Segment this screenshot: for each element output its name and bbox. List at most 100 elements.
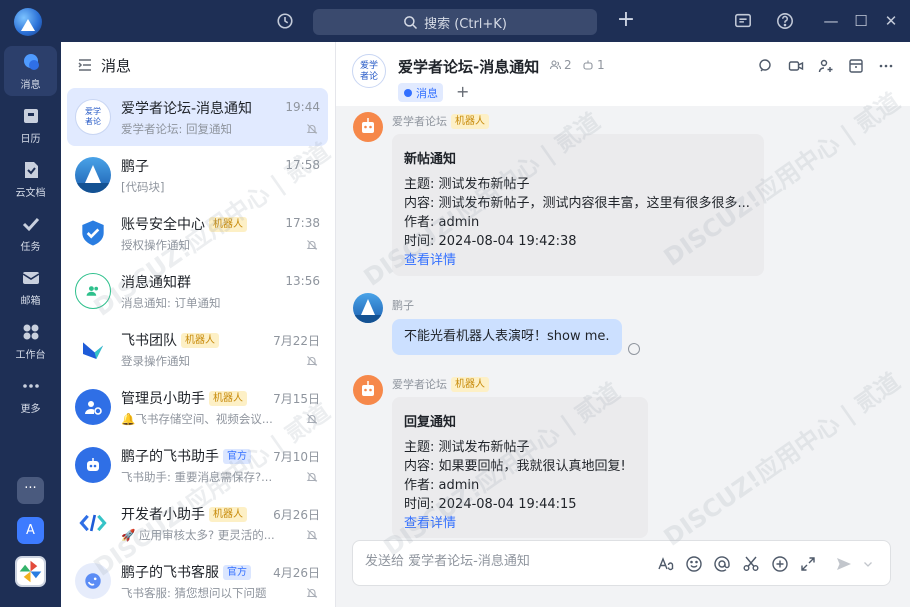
notification-card: 回复通知 主题: 测试发布新帖子 内容: 如果要回帖，我就很认真地回复! 作者:… <box>392 397 648 538</box>
card-line: 时间: 2024-08-04 19:44:15 <box>404 497 577 512</box>
conversation-item[interactable]: 鹏子 17:58 [代码块] <box>67 146 328 204</box>
conversation-item[interactable]: 开发者小助手 机器人 6月26日 🚀 应用审核太多? 更灵活的... <box>67 494 328 552</box>
send-options-chevron-down-icon[interactable] <box>863 555 873 573</box>
pinwheel-app-button[interactable] <box>15 556 46 587</box>
notification-settings-icon[interactable] <box>734 12 752 30</box>
conversation-preview: 授权操作通知 <box>121 238 190 252</box>
rail-item-docs[interactable]: 云文档 <box>4 154 57 204</box>
member-count[interactable]: 2 <box>549 58 572 72</box>
conversation-preview: 爱学者论坛: 回复通知 <box>121 122 233 136</box>
bot-count[interactable]: 1 <box>582 58 605 72</box>
conversation-name-text: 飞书团队 <box>121 333 177 349</box>
apps-more-button[interactable]: ··· <box>17 477 44 504</box>
bot-avatar[interactable] <box>353 375 383 405</box>
card-line: 时间: 2024-08-04 19:42:38 <box>404 234 577 249</box>
rail-item-calendar[interactable]: 日历 <box>4 100 57 150</box>
feishu-logo-icon <box>83 342 103 359</box>
card-line: 内容: 测试发布新帖子，测试内容很丰富，这里有很多很多... <box>404 196 750 211</box>
chat-header: 爱学 者论 爱学者论坛-消息通知 2 1 消息 + <box>336 42 910 106</box>
profile-avatar[interactable] <box>14 8 42 36</box>
mute-bell-icon <box>306 240 318 250</box>
collapse-list-icon[interactable] <box>77 57 93 73</box>
send-icon[interactable] <box>835 555 853 573</box>
sailboat-icon <box>75 165 111 193</box>
chat-search-icon[interactable] <box>758 58 774 74</box>
chat-bubble-icon <box>404 88 412 97</box>
create-plus-button[interactable]: + <box>615 9 637 32</box>
rail-label: 工作台 <box>15 349 46 361</box>
add-tab-button[interactable]: + <box>456 82 469 101</box>
emoji-icon[interactable] <box>685 555 703 573</box>
bot-avatar[interactable] <box>353 112 383 142</box>
view-details-link[interactable]: 查看详情 <box>404 512 456 531</box>
screenshot-scissors-icon[interactable] <box>742 555 760 573</box>
view-details-link[interactable]: 查看详情 <box>404 249 456 268</box>
conversation-item[interactable]: 管理员小助手 机器人 7月15日 🔔飞书存储空间、视频会议... <box>67 378 328 436</box>
card-line: 内容: 如果要回帖，我就很认真地回复! <box>404 459 626 474</box>
conversation-name: 鹏子的飞书助手 官方 <box>121 446 251 466</box>
help-icon[interactable] <box>776 12 794 30</box>
conversation-preview: 登录操作通知 <box>121 354 190 368</box>
member-count-text: 2 <box>564 58 572 72</box>
conversation-name: 飞书团队 机器人 <box>121 330 219 350</box>
conversation-time: 17:58 <box>285 158 320 172</box>
add-member-icon[interactable] <box>818 58 834 74</box>
robot-icon <box>362 381 374 396</box>
conversation-item[interactable]: 消息通知群 13:56 消息通知: 订单通知 <box>67 262 328 320</box>
conversation-avatar <box>75 447 111 483</box>
rail-label: 消息 <box>20 79 41 91</box>
close-button[interactable]: ✕ <box>880 10 902 32</box>
mute-bell-icon <box>306 472 318 482</box>
video-call-icon[interactable] <box>788 58 804 74</box>
conversation-item[interactable]: 账号安全中心 机器人 17:38 授权操作通知 <box>67 204 328 262</box>
conversation-avatar <box>75 505 111 541</box>
more-dots-icon <box>22 383 39 388</box>
conversation-name: 鹏子的飞书客服 官方 <box>121 562 251 582</box>
search-input[interactable]: 搜索 (Ctrl+K) <box>313 9 597 35</box>
conversation-item[interactable]: 飞书团队 机器人 7月22日 登录操作通知 <box>67 320 328 378</box>
rail-item-tasks[interactable]: 任务 <box>4 208 57 258</box>
mute-bell-icon <box>306 530 318 540</box>
message-bubble: 不能光看机器人表演呀！show me. <box>392 319 622 355</box>
conversation-item[interactable]: 爱学 者论 爱学者论坛-消息通知 19:44 爱学者论坛: 回复通知 <box>67 88 328 146</box>
conversation-time: 7月10日 <box>273 450 320 464</box>
conversation-name: 账号安全中心 机器人 <box>121 214 247 234</box>
conversation-item[interactable]: 鹏子的飞书助手 官方 7月10日 飞书助手: 重要消息需保存?... <box>67 436 328 494</box>
conversation-name-text: 开发者小助手 <box>121 507 205 523</box>
mention-icon[interactable] <box>713 555 731 573</box>
rail-item-mail[interactable]: 邮箱 <box>4 262 57 312</box>
add-attachment-icon[interactable] <box>771 555 789 573</box>
user-avatar[interactable] <box>353 293 383 323</box>
search-icon <box>404 15 418 29</box>
app-a-button[interactable]: A <box>17 517 44 544</box>
chat-avatar[interactable]: 爱学 者论 <box>352 54 386 88</box>
rail-item-messages[interactable]: 消息 <box>4 46 57 96</box>
conversation-avatar <box>75 157 111 193</box>
search-placeholder: 搜索 (Ctrl+K) <box>424 16 507 32</box>
expand-editor-icon[interactable] <box>799 555 817 573</box>
history-icon[interactable] <box>276 12 294 30</box>
robot-tag: 机器人 <box>209 506 247 522</box>
calendar-icon <box>23 108 38 123</box>
conversation-avatar <box>75 331 111 367</box>
conversation-name: 消息通知群 <box>121 272 191 292</box>
more-options-icon[interactable] <box>878 58 894 74</box>
minimize-button[interactable]: — <box>820 10 842 32</box>
card-title: 新帖通知 <box>404 152 457 167</box>
rail-item-more[interactable]: 更多 <box>4 370 57 420</box>
message-sender: 爱学者论坛 机器人 <box>392 113 489 129</box>
customer-service-icon <box>85 573 101 589</box>
text-format-icon[interactable] <box>657 555 675 573</box>
doc-icon <box>24 161 38 178</box>
conversation-time: 19:44 <box>285 100 320 114</box>
maximize-button[interactable]: ☐ <box>850 10 872 32</box>
tab-messages[interactable]: 消息 <box>398 83 443 102</box>
message-input[interactable] <box>365 554 645 569</box>
sender-name: 爱学者论坛 <box>392 378 447 391</box>
conversation-time: 7月22日 <box>273 334 320 348</box>
chat-title[interactable]: 爱学者论坛-消息通知 <box>398 56 539 77</box>
conversation-item[interactable]: 鹏子的飞书客服 官方 4月26日 飞书客服: 猜您想问以下问题 <box>67 552 328 607</box>
pin-board-icon[interactable] <box>848 58 864 74</box>
conversation-list-title: 消息 <box>101 56 132 75</box>
rail-item-workplace[interactable]: 工作台 <box>4 316 57 366</box>
